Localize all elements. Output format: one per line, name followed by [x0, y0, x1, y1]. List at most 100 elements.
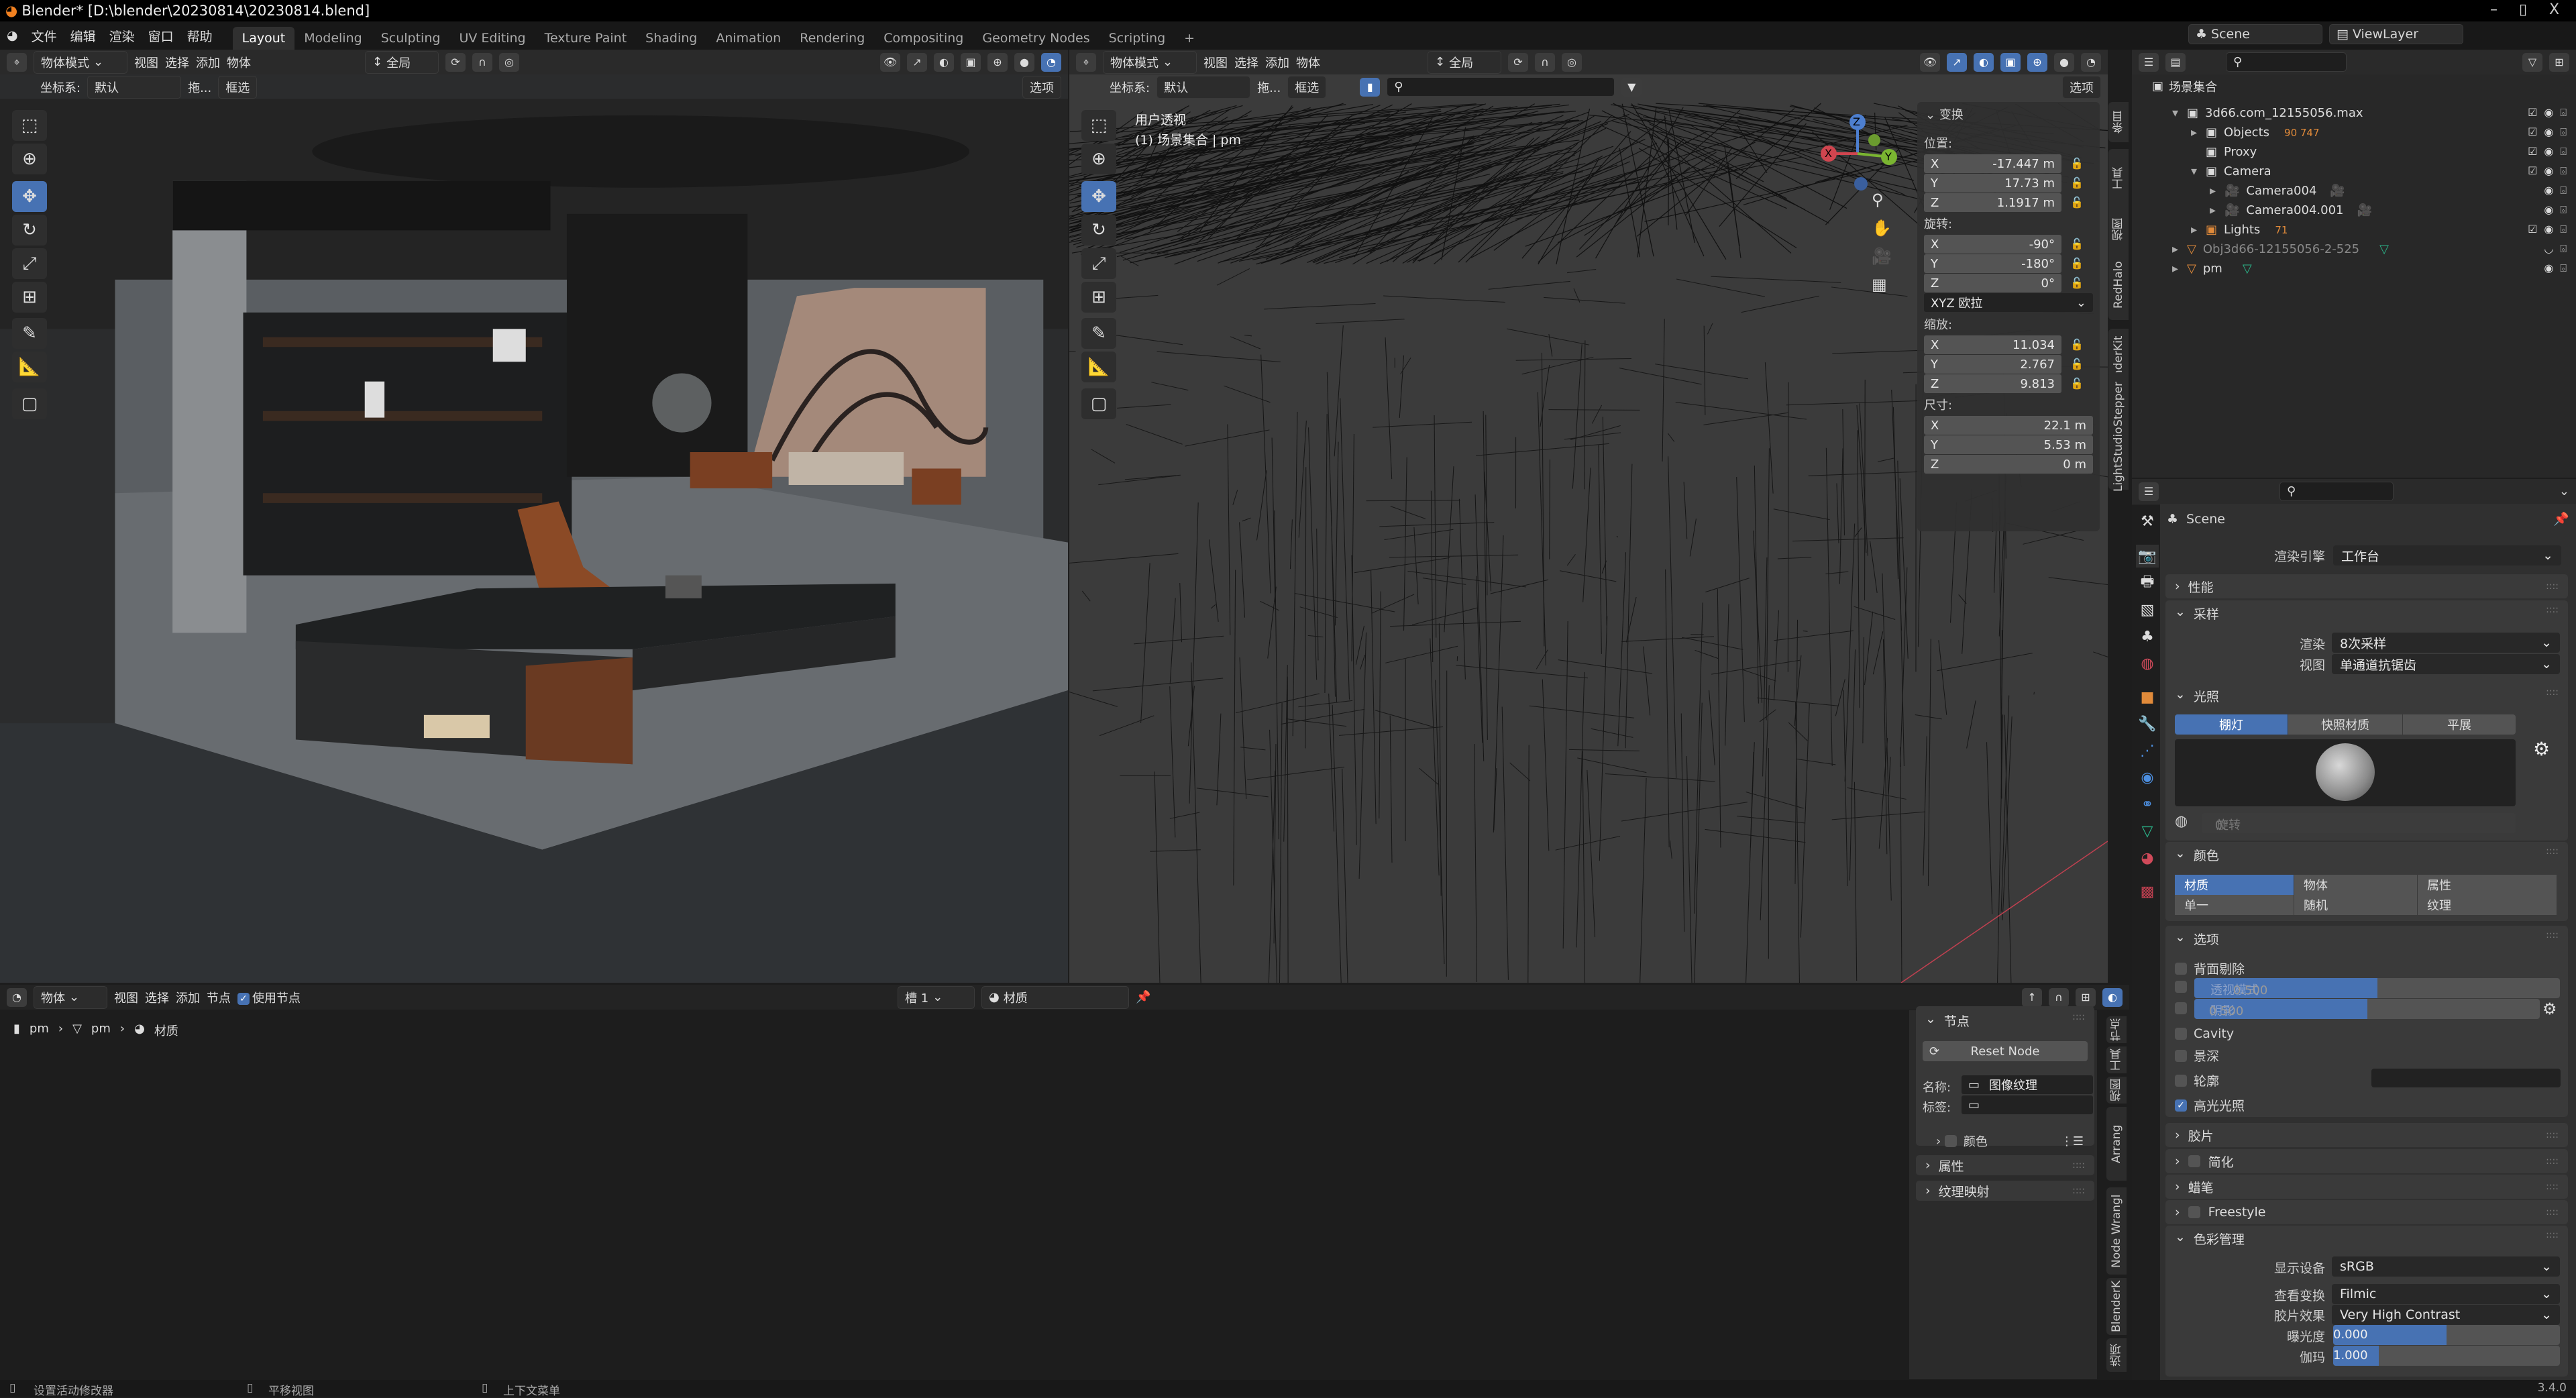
scale-tool[interactable]: ⤢ — [1081, 248, 1116, 279]
camera-render-icon[interactable]: ⌺ — [2560, 106, 2567, 119]
modifier-tab-icon[interactable]: 🔧 — [2136, 712, 2159, 735]
menu-item[interactable]: 文件 — [25, 27, 64, 45]
outliner-root[interactable]: ▣场景集合 — [2132, 76, 2575, 96]
eye-icon[interactable]: ◉ — [2544, 203, 2553, 217]
camera-render-icon[interactable]: ⌺ — [2560, 145, 2567, 158]
annotate-tool[interactable]: ✎ — [12, 318, 47, 349]
move-tool[interactable]: ✥ — [1081, 181, 1116, 212]
rotation-x-field[interactable]: X-90° — [1924, 235, 2061, 254]
menu-item[interactable]: 帮助 — [180, 27, 219, 45]
close-button[interactable]: X — [2549, 1, 2559, 18]
display-device-dropdown[interactable]: sRGB⌄ — [2332, 1256, 2560, 1277]
parent-node-icon[interactable]: ↑ — [2022, 988, 2042, 1007]
view-layer-selector[interactable]: ▤ViewLayer — [2329, 24, 2463, 44]
render-tab-icon[interactable]: 📷 — [2136, 545, 2159, 568]
camera-render-icon[interactable]: ⌺ — [2560, 223, 2567, 236]
panel-properties[interactable]: ›属性:::: — [1916, 1155, 2094, 1175]
scene-selector[interactable]: ♣Scene — [2188, 24, 2322, 44]
dof-checkbox[interactable]: 景深 — [2175, 1046, 2576, 1065]
material-selector[interactable]: ◕材质 — [981, 986, 1129, 1009]
node-sidebar-tab[interactable]: BlenderK — [2106, 1278, 2127, 1335]
specular-checkbox[interactable]: ✓高光光照 — [2175, 1096, 2576, 1114]
gear-icon[interactable]: ⚙ — [2533, 738, 2550, 760]
workspace-tab[interactable]: Rendering — [790, 27, 874, 50]
sidebar-tab[interactable]: LightStudio — [2108, 429, 2129, 490]
disclosure-triangle-icon[interactable]: ▸ — [2172, 242, 2187, 256]
options-dropdown[interactable]: 选项 — [1022, 76, 1061, 99]
workspace-tab[interactable]: Shading — [636, 27, 706, 50]
menu-item[interactable]: 窗口 — [142, 27, 180, 45]
disclosure-triangle-icon[interactable]: ▸ — [2191, 223, 2206, 237]
editor-type-icon[interactable]: ☰ — [2139, 53, 2159, 72]
solid-shading-icon[interactable]: ● — [2054, 53, 2074, 72]
wireframe-shading-icon[interactable]: ⊕ — [987, 53, 1008, 72]
solid-shading-icon[interactable]: ● — [1014, 53, 1034, 72]
workspace-tab[interactable]: Texture Paint — [535, 27, 637, 50]
transform-tool[interactable]: ⊞ — [1081, 282, 1116, 313]
panel-performance[interactable]: ›性能:::: — [2165, 574, 2568, 598]
eye-icon[interactable]: ◉ — [2544, 125, 2553, 139]
drag-dropdown[interactable]: 拖... — [1257, 78, 1281, 96]
filter-icon[interactable]: ▼ — [1621, 78, 1642, 97]
maximize-button[interactable]: ▯ — [2519, 1, 2527, 18]
lock-icon[interactable]: 🔓 — [2070, 176, 2084, 189]
menu-add[interactable]: 添加 — [196, 54, 220, 71]
lock-icon[interactable]: 🔓 — [2070, 358, 2084, 370]
texture-tab-icon[interactable]: ▩ — [2136, 880, 2159, 903]
eye-icon[interactable]: ◉ — [2544, 145, 2553, 158]
output-tab-icon[interactable]: 🖶 — [2136, 572, 2159, 594]
eye-icon[interactable]: ◉ — [2544, 184, 2553, 197]
lighting-matcap-button[interactable]: 快照材质 — [2288, 714, 2402, 735]
wireframe-shading-icon[interactable]: ⊕ — [2027, 53, 2047, 72]
scale-tool[interactable]: ⤢ — [12, 248, 47, 279]
node-sidebar-tab[interactable]: Node Wrangl — [2106, 1187, 2127, 1275]
lock-icon[interactable]: 🔓 — [2070, 377, 2084, 390]
add-cube-tool[interactable]: ▢ — [12, 388, 47, 419]
reset-node-button[interactable]: ⟳Reset Node — [1923, 1041, 2088, 1061]
snap-mode-icon[interactable]: ⊞ — [2076, 988, 2096, 1007]
cursor-tool[interactable]: ⊕ — [1081, 144, 1116, 174]
disclosure-triangle-icon[interactable]: ▸ — [2210, 203, 2224, 217]
view-layer-tab-icon[interactable]: ▧ — [2136, 598, 2159, 621]
menu-add[interactable]: 添加 — [176, 989, 200, 1006]
camera-render-icon[interactable]: ⌺ — [2560, 164, 2567, 178]
disclosure-triangle-icon[interactable]: ▸ — [2210, 184, 2224, 198]
workspace-tab[interactable]: + — [1175, 27, 1204, 50]
node-color-toggle[interactable]: › 颜色⋮☰ — [1936, 1132, 2084, 1150]
visibility-icon[interactable]: 👁 — [1920, 53, 1940, 72]
node-sidebar-tab[interactable]: 视图 — [2106, 1077, 2127, 1104]
pin-icon[interactable]: 📌 — [2553, 511, 2569, 527]
panel-texture-mapping[interactable]: ›纹理映射:::: — [1916, 1181, 2094, 1201]
workspace-tab[interactable]: Sculpting — [372, 27, 450, 50]
display-mode-icon[interactable]: ▤ — [2165, 53, 2186, 72]
overlay-icon[interactable]: ◐ — [934, 53, 954, 72]
lock-icon[interactable]: 🔓 — [2070, 237, 2084, 250]
sidebar-tab[interactable]: RedHalo — [2108, 250, 2129, 320]
camera-render-icon[interactable]: ⌺ — [2560, 262, 2567, 275]
lock-icon[interactable]: 🔓 — [2070, 276, 2084, 289]
shadow-checkbox[interactable] — [2175, 1002, 2195, 1014]
rotate-tool[interactable]: ↻ — [12, 215, 47, 246]
color-option-button[interactable]: 随机 — [2294, 895, 2417, 915]
rotation-y-field[interactable]: Y-180° — [1924, 254, 2061, 273]
select-mode-dropdown[interactable]: 框选 — [218, 76, 257, 99]
menu-add[interactable]: 添加 — [1265, 54, 1289, 71]
node-sidebar-tab[interactable]: Arrang — [2106, 1107, 2127, 1181]
visibility-icon[interactable]: 👁 — [880, 53, 900, 72]
outliner-row[interactable]: ▸🎥Camera004.001🎥◉⌺ — [2132, 201, 2575, 220]
lighting-rotation-field[interactable]: 旋转 0° — [2202, 813, 2516, 833]
gizmo-icon[interactable]: ↗ — [907, 53, 927, 72]
eye-icon[interactable]: ◡ — [2544, 242, 2553, 256]
outliner-row[interactable]: ▸🎥Camera004🎥◉⌺ — [2132, 181, 2575, 201]
camera-render-icon[interactable]: ⌺ — [2560, 125, 2567, 139]
studio-light-preview[interactable] — [2175, 739, 2516, 806]
xray-icon[interactable]: ▣ — [2000, 53, 2021, 72]
color-option-button[interactable]: 纹理 — [2418, 895, 2557, 915]
exclude-checkbox[interactable]: ☑ — [2528, 223, 2537, 236]
xray-slider[interactable]: 透视模式 0.500 — [2194, 978, 2560, 998]
orientation-dropdown[interactable]: ↕全局 — [365, 51, 439, 74]
mode-dropdown[interactable]: 物体模式 ⌄ — [1103, 51, 1197, 74]
lock-icon[interactable]: 🔓 — [2070, 157, 2084, 170]
move-tool[interactable]: ✥ — [12, 181, 47, 212]
eye-icon[interactable]: ◉ — [2544, 106, 2553, 119]
